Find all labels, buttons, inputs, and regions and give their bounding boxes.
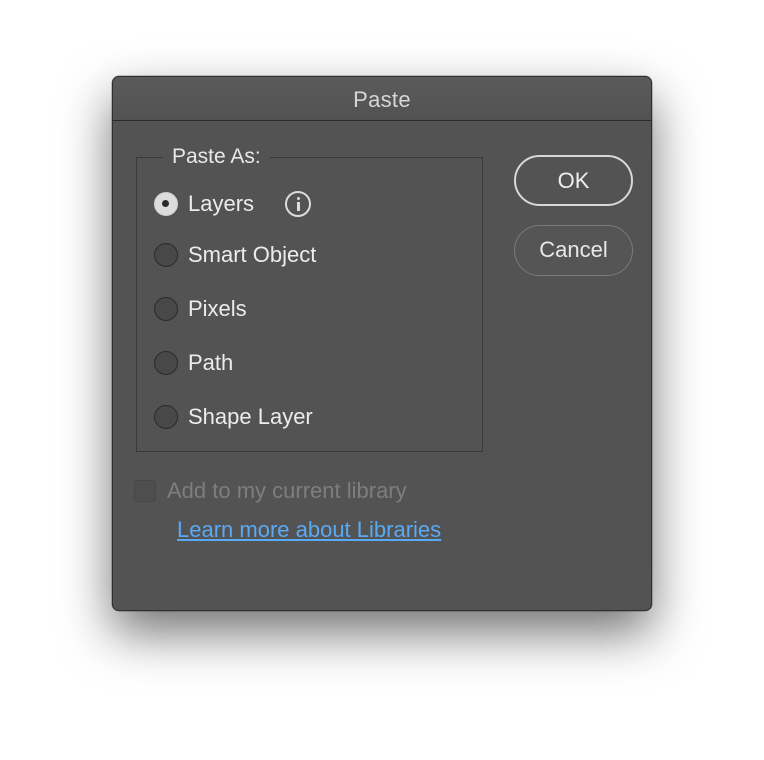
add-to-library-checkbox[interactable] — [134, 480, 156, 502]
radio-label-path: Path — [188, 350, 234, 375]
dialog-title: Paste — [353, 87, 411, 112]
paste-as-label: Paste As: — [163, 145, 270, 169]
radio-label-layers: Layers — [188, 191, 255, 216]
radio-button-shape-layer[interactable] — [154, 405, 178, 429]
radio-option-layers[interactable]: Layers — [154, 189, 312, 219]
add-to-library-label: Add to my current library — [167, 478, 407, 503]
learn-more-libraries-link[interactable]: Learn more about Libraries — [177, 517, 441, 543]
radio-option-pixels[interactable]: Pixels — [154, 294, 247, 324]
info-icon[interactable] — [285, 191, 312, 217]
radio-option-shape-layer[interactable]: Shape Layer — [154, 402, 313, 432]
radio-button-layers[interactable] — [154, 192, 178, 216]
cancel-button[interactable]: Cancel — [514, 225, 633, 276]
radio-button-pixels[interactable] — [154, 297, 178, 321]
radio-button-smart-object[interactable] — [154, 243, 178, 267]
paste-dialog: Paste Paste As: Layers Smart Object Pixe… — [112, 76, 652, 611]
radio-label-pixels: Pixels — [188, 296, 247, 321]
radio-label-shape-layer: Shape Layer — [188, 404, 313, 429]
radio-option-smart-object[interactable]: Smart Object — [154, 240, 316, 270]
radio-label-smart-object: Smart Object — [188, 242, 317, 267]
ok-button[interactable]: OK — [514, 155, 633, 206]
add-to-library-option[interactable]: Add to my current library — [134, 476, 407, 506]
radio-button-path[interactable] — [154, 351, 178, 375]
radio-option-path[interactable]: Path — [154, 348, 233, 378]
title-bar[interactable]: Paste — [113, 77, 651, 121]
